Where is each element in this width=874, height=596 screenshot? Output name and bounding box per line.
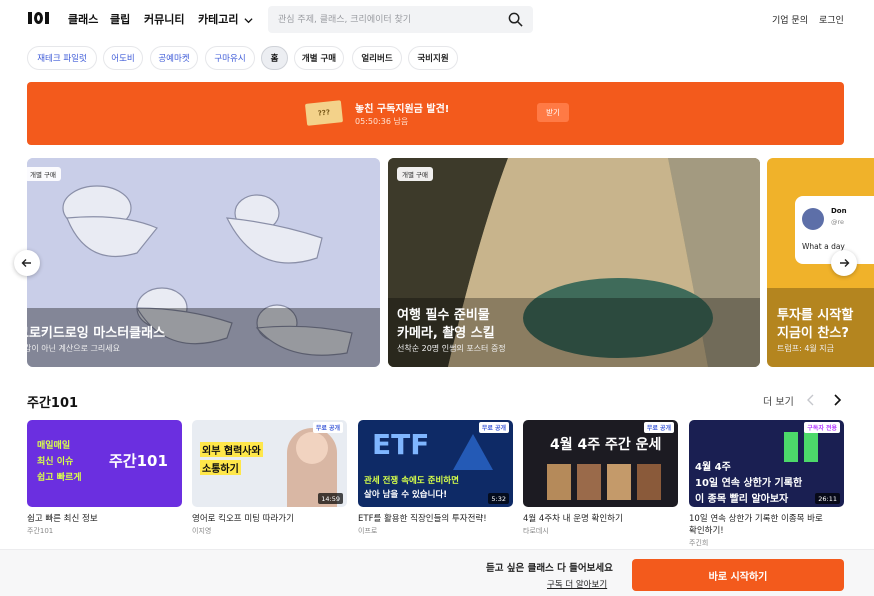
- slide-tag: 개별 구매: [27, 167, 61, 181]
- free-badge: 무료 공개: [643, 422, 674, 433]
- thumb-text: 4월 4주: [695, 462, 731, 473]
- class-card-info[interactable]: ETF를 활용한 직장인들의 투자전략! 이프로: [358, 513, 508, 537]
- carousel-slide-2[interactable]: 개별 구매 여행 필수 준비물 카메라, 촬영 스킬 선착순 20명 인썸의 포…: [388, 158, 760, 367]
- thumb-text: 소통하기: [200, 460, 241, 475]
- arrow-right-icon: [840, 259, 850, 267]
- slide-title-line-1: 투자를 시작할: [777, 308, 854, 323]
- promo-banner[interactable]: ??? 놓친 구독지원금 발견! 05:50:36 남음 받기: [27, 82, 844, 145]
- class-author: 타로데시: [523, 527, 549, 535]
- search-box: [268, 6, 533, 33]
- class-card-thumb[interactable]: 외부 협력사와 소통하기 무료 공개 14:59: [192, 420, 347, 507]
- section-title: 주간101: [27, 396, 79, 411]
- video-duration: 14:59: [318, 493, 343, 504]
- search-input[interactable]: [278, 11, 498, 28]
- carousel-next-button[interactable]: [831, 250, 857, 276]
- chip-fintech[interactable]: 재테크 파일럿: [27, 46, 97, 70]
- free-badge: 무료 공개: [312, 422, 343, 433]
- banner-claim-button[interactable]: 받기: [537, 103, 569, 122]
- class-card-thumb[interactable]: 4월 4주 주간 운세 무료 공개: [523, 420, 678, 507]
- chip-gumayusi[interactable]: 구마유시: [205, 46, 255, 70]
- banner-title: 놓친 구독지원금 발견!: [355, 104, 450, 115]
- login-link[interactable]: 로그인: [819, 13, 844, 26]
- class-card-thumb[interactable]: 4월 4주 10일 연속 상한가 기록한 이 종목 빨리 알아보자 구독자 전용…: [689, 420, 844, 507]
- slide-title-line-2: 지금이 찬스?: [777, 326, 849, 341]
- thumb-text: 매일매일: [37, 441, 71, 451]
- class-author: 이프로: [358, 527, 378, 535]
- chip-national-support[interactable]: 국비지원: [408, 46, 458, 70]
- carousel-prev-button[interactable]: [14, 250, 40, 276]
- thumb-logo: 주간101: [109, 452, 168, 470]
- start-now-button[interactable]: 바로 시작하기: [632, 559, 844, 591]
- arrow-left-icon: [21, 259, 31, 267]
- nav-clips[interactable]: 클립: [110, 11, 130, 27]
- slide-subtitle: 감이 아닌 계산으로 그리세요: [27, 344, 120, 353]
- chip-individual-purchase[interactable]: 개별 구매: [294, 46, 344, 70]
- thumb-text: 최신 이슈: [37, 457, 74, 467]
- class-author: 주간101: [27, 527, 54, 535]
- chip-craft-market[interactable]: 공예마켓: [150, 46, 198, 70]
- class-title: ETF를 활용한 직장인들의 투자전략!: [358, 514, 487, 524]
- thumb-text: 10일 연속 상한가 기록한: [695, 478, 803, 489]
- thumb-text: 4월 4주 주간 운세: [550, 437, 662, 453]
- tweet-handle: @re: [831, 218, 845, 226]
- thumb-text: 외부 협력사와: [200, 442, 263, 457]
- slide-subtitle: 트럼프: 4월 지금: [777, 344, 835, 353]
- slide-tag: 개별 구매: [397, 167, 433, 181]
- section-next-icon[interactable]: [832, 394, 842, 406]
- slide-title-line-1: 여행 필수 준비물: [397, 308, 490, 323]
- avatar: [802, 208, 824, 230]
- ticket-icon: ???: [304, 100, 344, 126]
- thumb-text: 살아 남을 수 있습니다!: [364, 490, 448, 500]
- class-author: 이지영: [192, 527, 212, 535]
- business-inquiry-link[interactable]: 기업 문의: [772, 13, 808, 26]
- class-card-info[interactable]: 10일 연속 상한가 기록한 이종목 바로 확인하기! 주긴희: [689, 513, 829, 549]
- subscribe-message: 듣고 싶은 클래스 다 들어보세요: [486, 563, 613, 574]
- class-card-thumb[interactable]: 매일매일 최신 이슈 쉽고 빠르게 주간101: [27, 420, 182, 507]
- tweet-author: Don: [831, 207, 847, 215]
- nav-category-label: 카테고리: [198, 13, 239, 26]
- chart-up-icon: [453, 434, 493, 470]
- thumb-text: 쉽고 빠르게: [37, 473, 82, 483]
- free-badge: 무료 공개: [478, 422, 509, 433]
- subscribe-learn-more-link[interactable]: 구독 더 알아보기: [547, 578, 607, 590]
- slide-title: 크로키드로잉 마스터클래스: [27, 326, 166, 341]
- subscriber-badge: 구독자 전용: [804, 422, 840, 433]
- video-duration: 26:11: [815, 493, 840, 504]
- logo[interactable]: [28, 11, 52, 25]
- class-title: 4월 4주차 내 운명 확인하기: [523, 514, 623, 524]
- nav-classes[interactable]: 클래스: [68, 11, 98, 27]
- class-title: 쉽고 빠른 최신 정보: [27, 514, 98, 524]
- chip-early-bird[interactable]: 얼리버드: [352, 46, 402, 70]
- thumb-text: 이 종목 빨리 알아보자: [695, 494, 789, 505]
- slide-title-line-2: 카메라, 촬영 스킬: [397, 326, 495, 341]
- chip-home[interactable]: 홈: [261, 46, 288, 70]
- section-prev-icon[interactable]: [806, 394, 816, 406]
- subscribe-bar: 듣고 싶은 클래스 다 들어보세요 구독 더 알아보기 바로 시작하기: [0, 549, 874, 596]
- chevron-down-icon: [244, 17, 253, 23]
- class-author: 주긴희: [689, 539, 709, 547]
- nav-category[interactable]: 카테고리: [198, 11, 253, 27]
- see-more-link[interactable]: 더 보기: [763, 393, 794, 408]
- video-duration: 5:32: [488, 493, 509, 504]
- class-card-info[interactable]: 영어로 킥오프 미팅 따라가기 이지영: [192, 513, 342, 537]
- nav-community[interactable]: 커뮤니티: [144, 11, 184, 27]
- class-card-info[interactable]: 4월 4주차 내 운명 확인하기 타로데시: [523, 513, 673, 537]
- thumb-logo: ETF: [372, 428, 430, 461]
- search-icon[interactable]: [508, 12, 523, 27]
- carousel-slide-3[interactable]: Don @re What a day 투자를 시작할 지금이 찬스? 트럼프: …: [767, 158, 874, 367]
- chip-adobe[interactable]: 어도비: [103, 46, 143, 70]
- class-card-info[interactable]: 쉽고 빠른 최신 정보 주간101: [27, 513, 177, 537]
- carousel-slide-1[interactable]: 개별 구매 크로키드로잉 마스터클래스 감이 아닌 계산으로 그리세요: [27, 158, 380, 367]
- banner-timer: 05:50:36 남음: [355, 117, 409, 126]
- thumb-text: 관세 전쟁 속에도 준비하면: [364, 476, 459, 486]
- class-title: 영어로 킥오프 미팅 따라가기: [192, 514, 294, 524]
- class-title: 10일 연속 상한가 기록한 이종목 바로 확인하기!: [689, 514, 823, 536]
- slide-subtitle: 선착순 20명 인썸의 포스터 증정: [397, 344, 506, 353]
- tweet-text: What a day: [802, 242, 845, 251]
- class-card-thumb[interactable]: ETF 관세 전쟁 속에도 준비하면 살아 남을 수 있습니다! 무료 공개 5…: [358, 420, 513, 507]
